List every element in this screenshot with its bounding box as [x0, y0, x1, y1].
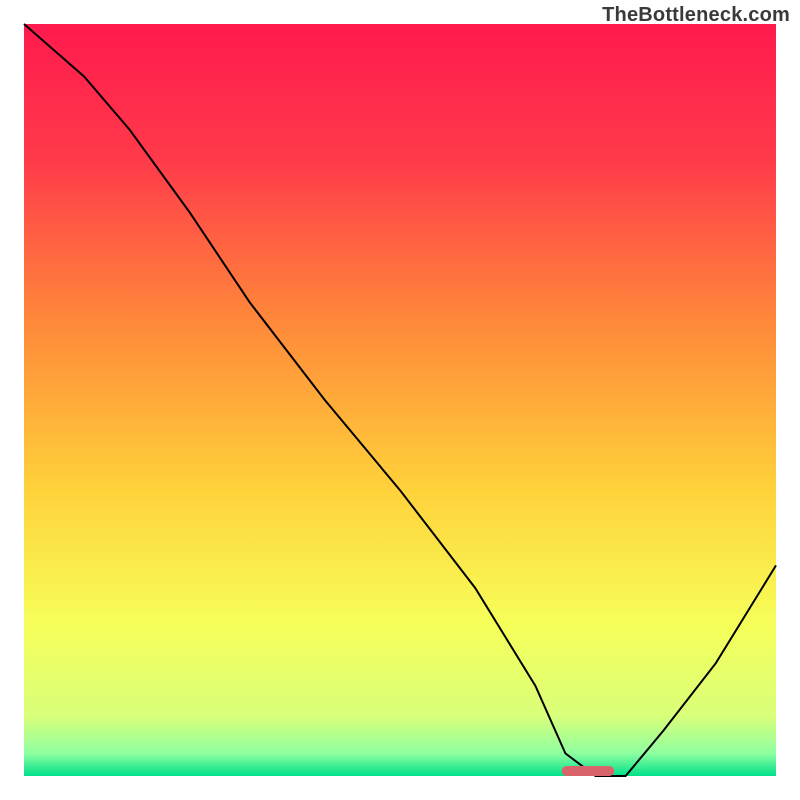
watermark-text: TheBottleneck.com — [602, 4, 790, 27]
chart-container: TheBottleneck.com — [0, 0, 800, 800]
optimal-marker — [562, 766, 615, 776]
plot-background — [24, 24, 776, 776]
chart-svg — [0, 0, 800, 800]
